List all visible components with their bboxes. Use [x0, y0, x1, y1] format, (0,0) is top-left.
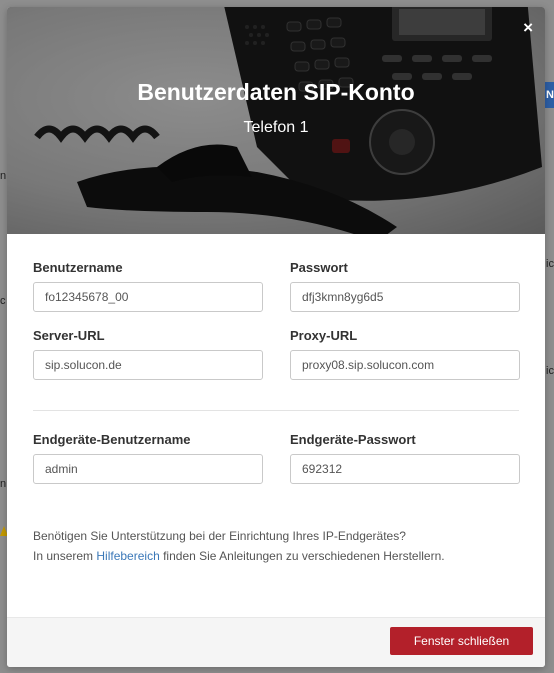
password-label: Passwort [290, 260, 348, 275]
help-text: Benötigen Sie Unterstützung bei der Einr… [33, 526, 453, 566]
device-password-field-group: Endgeräte-Passwort [290, 432, 520, 484]
background-fragment: ic [546, 365, 554, 377]
close-icon[interactable]: × [523, 19, 533, 37]
username-input[interactable] [33, 282, 263, 312]
username-label: Benutzername [33, 260, 123, 275]
close-window-button[interactable]: Fenster schließen [390, 627, 533, 655]
device-username-input[interactable] [33, 454, 263, 484]
help-suffix: finden Sie Anleitungen zu verschiedenen … [163, 549, 445, 563]
background-tag: N [544, 82, 554, 108]
help-prefix: In unserem [33, 549, 94, 563]
username-field-group: Benutzername [33, 260, 263, 312]
background-fragment: c [0, 295, 6, 307]
proxy-url-input[interactable] [290, 350, 520, 380]
server-url-label: Server-URL [33, 328, 105, 343]
section-divider [33, 410, 519, 411]
password-field-group: Passwort [290, 260, 520, 312]
proxy-url-label: Proxy-URL [290, 328, 358, 343]
server-url-input[interactable] [33, 350, 263, 380]
proxy-url-field-group: Proxy-URL [290, 328, 520, 380]
modal-footer: Fenster schließen [7, 617, 545, 667]
help-line-1: Benötigen Sie Unterstützung bei der Einr… [33, 529, 406, 543]
modal-subtitle: Telefon 1 [243, 119, 309, 136]
server-url-field-group: Server-URL [33, 328, 263, 380]
sip-credentials-modal: × Benutzerdaten SIP-Konto Telefon 1 Benu… [7, 7, 545, 667]
device-username-label: Endgeräte-Benutzername [33, 432, 191, 447]
device-password-label: Endgeräte-Passwort [290, 432, 416, 447]
background-fragment: n [0, 478, 7, 490]
modal-header: × Benutzerdaten SIP-Konto Telefon 1 [7, 7, 545, 234]
help-center-link[interactable]: Hilfebereich [96, 549, 159, 563]
modal-title: Benutzerdaten SIP-Konto [137, 79, 415, 105]
background-fragment: n [0, 170, 7, 182]
password-input[interactable] [290, 282, 520, 312]
device-username-field-group: Endgeräte-Benutzername [33, 432, 263, 484]
device-password-input[interactable] [290, 454, 520, 484]
background-fragment: ic [546, 258, 554, 270]
